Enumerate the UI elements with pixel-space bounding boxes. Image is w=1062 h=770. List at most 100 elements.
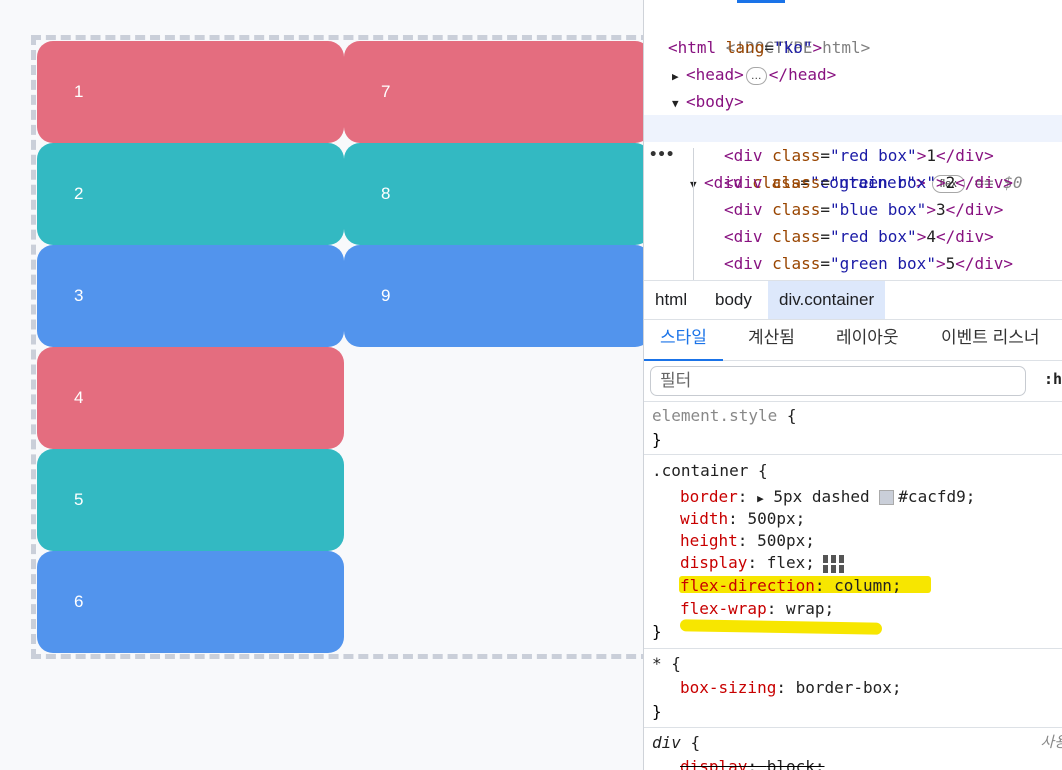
expand-triangle-icon[interactable]: ▶ <box>757 492 764 505</box>
tag-text: <div <box>724 254 773 273</box>
box-label: 5 <box>74 490 84 509</box>
eq-text: = <box>764 38 774 57</box>
prop-value: #cacfd9; <box>898 487 976 506</box>
filter-input[interactable]: 필터 <box>650 366 1026 396</box>
dom-child-div[interactable]: <div class="red box">1</div> <box>724 142 1062 169</box>
flex-container: 1 2 3 4 5 6 7 8 9 <box>31 35 644 659</box>
box-label: 1 <box>74 82 84 101</box>
dom-doctype[interactable]: <!DOCTYPE html> <box>668 7 1062 57</box>
box-label: 4 <box>74 388 84 407</box>
tag-text: > <box>935 254 946 273</box>
box-3: 3 <box>37 245 344 347</box>
tag-text: </div> <box>945 200 1004 219</box>
prop-name: box-sizing <box>680 678 777 697</box>
breadcrumb: html body div.container <box>644 280 1062 320</box>
attr-name: lang <box>725 38 765 57</box>
box-label: 7 <box>381 82 391 101</box>
eq-text: = <box>820 173 830 192</box>
breadcrumb-html[interactable]: html <box>655 281 687 319</box>
dom-html[interactable]: <html lang="ko"> <box>668 34 1062 61</box>
dom-container-selected[interactable]: ••• ▼<div class="container">flex == $0 <box>644 115 1062 193</box>
attr-value: "red box" <box>829 146 917 165</box>
dom-body[interactable]: ▼ <body> <box>672 88 1062 115</box>
dom-head[interactable]: ▶ <head>… </head> <box>672 61 1062 88</box>
child-text: 5 <box>945 254 956 273</box>
child-text: 2 <box>945 173 956 192</box>
rule-selector-line: div { 사용 <box>652 732 1062 754</box>
prop-name: display <box>680 553 748 572</box>
rule-close: } <box>652 430 662 449</box>
prop-box-sizing[interactable]: box-sizing: border-box; <box>680 677 902 699</box>
box-7: 7 <box>344 41 644 143</box>
tag-text: </div> <box>935 146 994 165</box>
prop-flex-wrap[interactable]: flex-wrap: wrap; <box>680 598 834 620</box>
prop-name: height <box>680 531 738 550</box>
dom-child-div[interactable]: <div class="blue box">3</div> <box>724 196 1062 223</box>
dom-tree: <!DOCTYPE html> <html lang="ko"> ▶ <head>… <box>644 5 1062 281</box>
prop-border[interactable]: border: ▶ 5px dashed #cacfd9; <box>680 486 975 508</box>
prop-name: border <box>680 487 738 506</box>
tag-text: <div <box>724 227 773 246</box>
prop-flex-direction[interactable]: flex-direction: column; <box>680 575 902 597</box>
dom-child-div[interactable]: <div class="green box">2</div> <box>724 169 1062 196</box>
tab-event-listeners[interactable]: 이벤트 리스너 <box>941 319 1040 359</box>
brace: { <box>671 654 681 673</box>
rule-close: } <box>652 702 662 721</box>
attr-name: class <box>772 227 821 246</box>
row-menu-icon[interactable]: ••• <box>649 142 674 169</box>
flexbox-editor-icon[interactable] <box>822 554 845 574</box>
rule-selector[interactable]: element.style <box>652 406 777 425</box>
rule-selector[interactable]: div <box>652 733 681 752</box>
prop-value: 500px; <box>747 509 806 528</box>
tag-text: </div> <box>955 173 1014 192</box>
dom-child-div[interactable]: <div class="red box">4</div> <box>724 223 1062 250</box>
rule-selector-line: .container { <box>652 460 768 482</box>
prop-value: block; <box>766 757 825 770</box>
expand-triangle-icon[interactable]: ▶ <box>672 63 686 90</box>
eq-text: = <box>820 200 830 219</box>
attr-value: "green box" <box>829 173 936 192</box>
tree-guide-line <box>693 148 694 281</box>
rule-selector-line: * { <box>652 653 681 675</box>
rule-selector[interactable]: * <box>652 654 662 673</box>
attr-name: class <box>772 146 821 165</box>
brace: { <box>786 406 797 425</box>
dom-child-div[interactable]: <div class="green box">5</div> <box>724 250 1062 277</box>
active-panel-indicator <box>737 0 785 3</box>
eq-text: = <box>820 227 830 246</box>
attr-value: "blue box" <box>829 200 927 219</box>
color-swatch-icon[interactable] <box>879 490 895 505</box>
tab-styles[interactable]: 스타일 <box>644 319 723 361</box>
tag-text: > <box>935 173 946 192</box>
rule-element-style: element.style { } <box>644 402 1062 455</box>
tag-text: </head> <box>768 65 837 84</box>
collapsed-ellipsis-button[interactable]: … <box>745 66 767 85</box>
prop-height[interactable]: height: 500px; <box>680 530 815 552</box>
rule-selector[interactable]: .container <box>652 461 748 480</box>
attr-name: class <box>772 200 821 219</box>
brace: { <box>690 733 701 752</box>
tag-text: <div <box>724 146 773 165</box>
prop-name: flex-direction <box>680 576 815 595</box>
breadcrumb-body[interactable]: body <box>715 281 752 319</box>
hov-toggle-button[interactable]: :h <box>1044 370 1062 388</box>
prop-name: display <box>680 757 748 770</box>
prop-display[interactable]: display: flex; <box>680 552 845 574</box>
prop-name: width <box>680 509 729 528</box>
breadcrumb-div-container[interactable]: div.container <box>768 281 886 319</box>
prop-display-overridden[interactable]: display: block; <box>680 756 825 770</box>
prop-width[interactable]: width: 500px; <box>680 508 805 530</box>
prop-value: flex; <box>766 553 815 572</box>
box-label: 6 <box>74 592 84 611</box>
sidebar-tabs: 스타일 계산됨 레이아웃 이벤트 리스너 <box>644 319 1062 361</box>
eq-text: = <box>820 146 830 165</box>
tab-computed[interactable]: 계산됨 <box>748 319 795 359</box>
collapse-triangle-icon[interactable]: ▼ <box>672 90 686 117</box>
rule-origin-label[interactable]: 사용 <box>1040 732 1062 754</box>
tab-layout[interactable]: 레이아웃 <box>836 319 899 359</box>
rule-div-user-agent: div { 사용 display: block; <box>644 728 1062 770</box>
attr-value: "ko" <box>773 38 813 57</box>
box-label: 3 <box>74 286 84 305</box>
page-preview: 1 2 3 4 5 6 7 8 9 <box>0 0 644 770</box>
devtools-panel: <!DOCTYPE html> <html lang="ko"> ▶ <head>… <box>643 0 1062 770</box>
